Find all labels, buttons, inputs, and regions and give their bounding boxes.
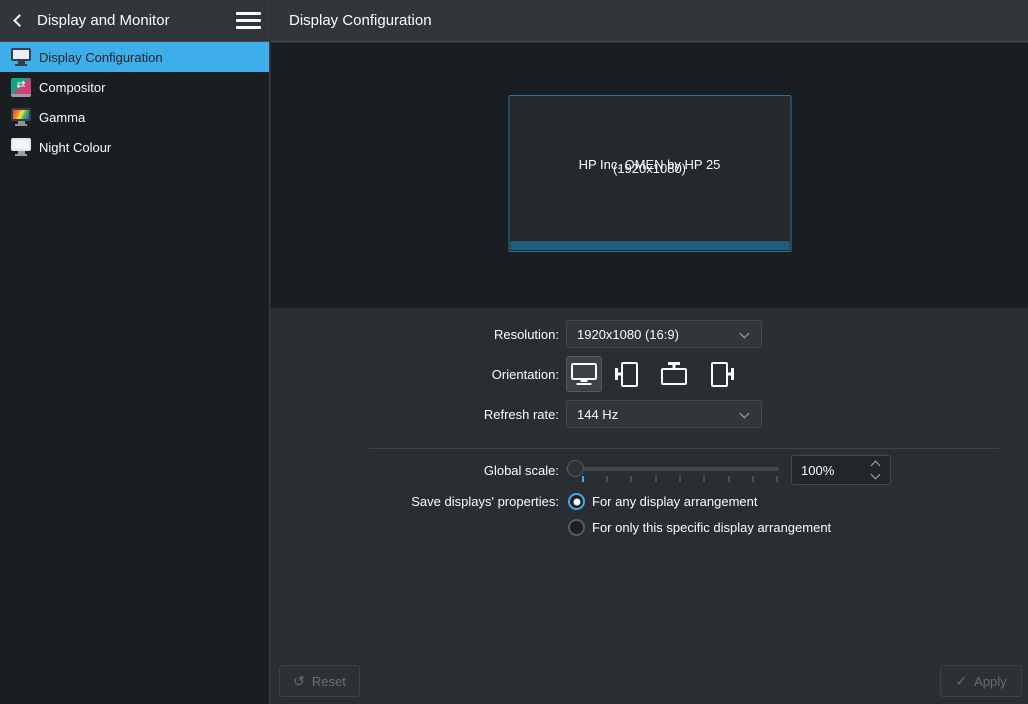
monitor-resolution: (1920x1080): [613, 160, 686, 178]
display-arrangement-area: HP Inc. OMEN by HP 25 (1920x1080): [271, 43, 1028, 308]
display-configuration-icon: [10, 46, 32, 68]
orientation-button-group: [566, 356, 737, 392]
radio-any-arrangement-label: For any display arrangement: [592, 494, 757, 509]
sidebar-list: Display Configuration ⇄ Compositor Gamma…: [0, 42, 269, 162]
system-settings-window: Display and Monitor Display Configuratio…: [0, 0, 1028, 704]
gamma-icon: [10, 106, 32, 128]
sidebar-item-label: Gamma: [39, 110, 85, 125]
hamburger-icon: [236, 12, 261, 15]
global-scale-spinbox: [791, 455, 891, 485]
apply-button-label: Apply: [974, 674, 1007, 689]
spin-up-icon[interactable]: [870, 458, 882, 470]
orientation-landscape-button[interactable]: [566, 356, 602, 392]
sidebar-title: Display and Monitor: [34, 12, 227, 29]
monitor-landscape-icon: [571, 363, 597, 380]
sidebar: Display and Monitor Display Configuratio…: [0, 0, 270, 704]
sidebar-item-label: Compositor: [39, 80, 105, 95]
spin-down-icon[interactable]: [870, 470, 882, 482]
orientation-portrait-right-button[interactable]: [701, 356, 737, 392]
radio-any-arrangement[interactable]: [568, 493, 585, 510]
refresh-rate-value: 144 Hz: [577, 407, 618, 422]
sidebar-item-compositor[interactable]: ⇄ Compositor: [0, 72, 269, 102]
monitor-landscape-flipped-icon: [661, 368, 687, 385]
back-button[interactable]: [0, 0, 34, 42]
monitor-portrait-right-icon: [711, 362, 728, 387]
reset-button[interactable]: ↺ Reset: [279, 665, 360, 697]
sidebar-item-gamma[interactable]: Gamma: [0, 102, 269, 132]
compositor-icon: ⇄: [10, 76, 32, 98]
global-scale-label: Global scale:: [484, 463, 559, 478]
chevron-down-icon: [740, 329, 750, 339]
page-header: Display Configuration: [271, 0, 1028, 42]
sidebar-item-label: Display Configuration: [39, 50, 163, 65]
orientation-label: Orientation:: [492, 367, 559, 382]
form-separator: [369, 448, 999, 449]
orientation-portrait-left-button[interactable]: [611, 356, 647, 392]
global-scale-slider-handle[interactable]: [567, 460, 584, 477]
refresh-rate-dropdown[interactable]: 144 Hz: [566, 400, 762, 428]
global-scale-input[interactable]: [792, 456, 864, 484]
sidebar-item-display-configuration[interactable]: Display Configuration: [0, 42, 269, 72]
reset-button-label: Reset: [312, 674, 346, 689]
radio-specific-arrangement[interactable]: [568, 519, 585, 536]
hamburger-menu-button[interactable]: [227, 0, 269, 42]
resolution-label: Resolution:: [494, 327, 559, 342]
radio-specific-arrangement-label: For only this specific display arrangeme…: [592, 520, 831, 535]
checkmark-icon: ✓: [955, 674, 967, 688]
resolution-value: 1920x1080 (16:9): [577, 327, 679, 342]
page-title: Display Configuration: [289, 12, 432, 29]
resolution-dropdown[interactable]: 1920x1080 (16:9): [566, 320, 762, 348]
monitor-taskbar-indicator: [510, 241, 789, 250]
monitor-preview[interactable]: HP Inc. OMEN by HP 25 (1920x1080): [508, 95, 791, 252]
orientation-landscape-flipped-button[interactable]: [656, 356, 692, 392]
apply-button[interactable]: ✓ Apply: [940, 665, 1022, 697]
back-chevron-icon: [13, 14, 26, 27]
sidebar-header: Display and Monitor: [0, 0, 269, 42]
global-scale-slider-track[interactable]: [566, 467, 779, 471]
undo-icon: ↺: [293, 674, 305, 688]
chevron-down-icon: [740, 409, 750, 419]
monitor-portrait-left-icon: [621, 362, 638, 387]
main-content: Display Configuration HP Inc. OMEN by HP…: [271, 0, 1028, 704]
save-properties-label: Save displays' properties:: [411, 494, 559, 509]
sidebar-item-label: Night Colour: [39, 140, 111, 155]
night-colour-icon: [10, 136, 32, 158]
refresh-rate-label: Refresh rate:: [484, 407, 559, 422]
sidebar-item-night-colour[interactable]: Night Colour: [0, 132, 269, 162]
